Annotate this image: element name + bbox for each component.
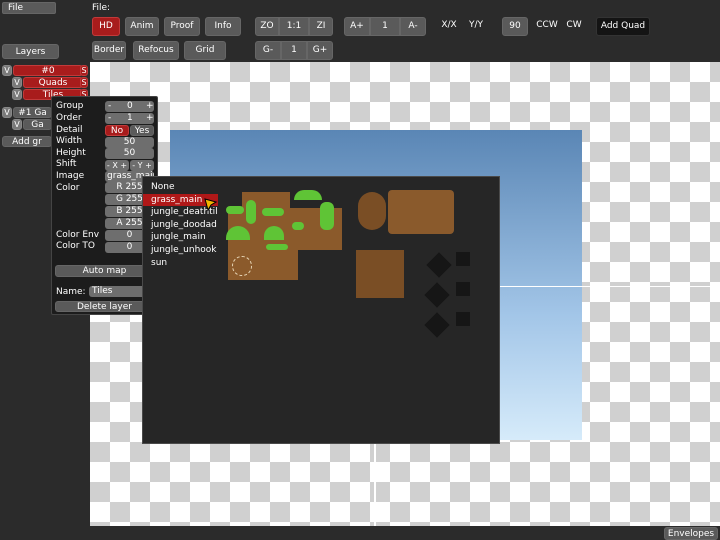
file-menu-button[interactable]: File — [2, 2, 56, 14]
detail-no-button[interactable]: No — [105, 125, 129, 136]
border-button[interactable]: Border — [92, 41, 126, 60]
anim-speed-down-button[interactable]: A- — [400, 17, 426, 36]
name-label: Name: — [56, 287, 86, 297]
group-plus[interactable]: + — [146, 101, 154, 111]
visibility-toggle[interactable]: V — [12, 89, 22, 100]
tileset-grass-tile — [294, 190, 322, 200]
width-label: Width — [56, 136, 83, 146]
layer-name-button[interactable]: Quads — [23, 77, 83, 88]
tileset-dark-diamond — [424, 312, 450, 338]
order-stepper[interactable]: - 1 + — [105, 113, 154, 124]
height-label: Height — [56, 148, 86, 158]
layers-tab[interactable]: Layers — [2, 44, 59, 59]
color-label: Color — [56, 183, 80, 193]
height-field[interactable]: 50 — [105, 148, 154, 159]
envelopes-button[interactable]: Envelopes — [664, 527, 718, 540]
tileset-dirt-round-tile — [358, 192, 386, 230]
order-value: 1 — [127, 113, 133, 123]
zoom-in-button[interactable]: ZI — [309, 17, 333, 36]
tileset-grass-tile — [264, 226, 284, 240]
tileset-dark-diamond — [426, 252, 452, 278]
group-value: 0 — [127, 101, 133, 111]
flip-x-button[interactable]: X/X — [436, 17, 462, 36]
auto-map-button[interactable]: Auto map — [55, 265, 154, 277]
delete-layer-button[interactable]: Delete layer — [55, 301, 154, 312]
proof-button[interactable]: Proof — [164, 17, 200, 36]
refocus-button[interactable]: Refocus — [133, 41, 179, 60]
image-option-list: None grass_main jungle_deathtil jungle_d… — [143, 181, 218, 269]
tileset-preview[interactable] — [220, 186, 480, 346]
layer-row-game[interactable]: V Ga — [12, 119, 52, 130]
zoom-reset-button[interactable]: 1:1 — [279, 17, 309, 36]
image-option-none[interactable]: None — [143, 181, 218, 194]
shift-y-stepper[interactable]: - Y + — [130, 160, 154, 171]
add-quad-button[interactable]: Add Quad — [596, 17, 650, 36]
flip-y-button[interactable]: Y/Y — [463, 17, 489, 36]
pointer-arrow-icon — [204, 198, 218, 212]
group-stepper[interactable]: - 0 + — [105, 101, 154, 112]
order-minus[interactable]: - — [108, 113, 111, 123]
tileset-grass-tile — [246, 200, 256, 224]
group-minus[interactable]: - — [108, 101, 111, 111]
color-to-label: Color TO — [56, 241, 95, 251]
zoom-out-button[interactable]: ZO — [255, 17, 279, 36]
anim-button[interactable]: Anim — [125, 17, 159, 36]
canvas-guide-vertical — [374, 444, 376, 526]
grid-size-value[interactable]: 1 — [281, 41, 307, 60]
visibility-toggle[interactable]: V — [12, 119, 22, 130]
canvas-guide-horizontal — [498, 286, 720, 287]
grid-size-up-button[interactable]: G+ — [307, 41, 333, 60]
tileset-grass-tile — [262, 208, 284, 216]
tileset-entity-marker — [232, 256, 252, 276]
detail-label: Detail — [56, 125, 83, 135]
visibility-toggle[interactable]: V — [2, 65, 12, 76]
solo-toggle[interactable]: S — [80, 77, 88, 88]
layer-name-button[interactable]: #1 Ga — [13, 107, 52, 118]
grid-button[interactable]: Grid — [184, 41, 226, 60]
file-path-label: File: — [92, 3, 111, 13]
color-env-label: Color Env — [56, 230, 100, 240]
tileset-grass-tile — [226, 206, 244, 214]
info-button[interactable]: Info — [205, 17, 241, 36]
tileset-dirt-tile — [388, 190, 454, 234]
visibility-toggle[interactable]: V — [2, 107, 12, 118]
tileset-dark-square — [456, 282, 470, 296]
layer-name-button[interactable]: Ga — [23, 119, 52, 130]
rotate-ccw-button[interactable]: CCW — [533, 17, 561, 36]
grid-size-down-button[interactable]: G- — [255, 41, 281, 60]
shift-label: Shift — [56, 159, 77, 169]
anim-speed-value[interactable]: 1 — [370, 17, 400, 36]
width-field[interactable]: 50 — [105, 137, 154, 148]
group-label: Group — [56, 101, 84, 111]
tileset-grass-tile — [266, 244, 288, 250]
order-plus[interactable]: + — [146, 113, 154, 123]
tileset-dark-diamond — [424, 282, 450, 308]
anim-speed-up-button[interactable]: A+ — [344, 17, 370, 36]
hd-button[interactable]: HD — [92, 17, 120, 36]
order-label: Order — [56, 113, 82, 123]
image-option-jungle-main[interactable]: jungle_main — [143, 231, 218, 244]
image-option-jungle-unhook[interactable]: jungle_unhook — [143, 244, 218, 257]
layer-group-row-0[interactable]: V #0 S — [2, 65, 88, 76]
solo-toggle[interactable]: S — [80, 65, 88, 76]
image-option-sun[interactable]: sun — [143, 257, 218, 270]
image-label: Image — [56, 171, 85, 181]
image-option-jungle-doodad[interactable]: jungle_doodad — [143, 219, 218, 232]
tileset-grass-tile — [320, 202, 334, 230]
layer-row-quads[interactable]: V Quads S — [12, 77, 88, 88]
visibility-toggle[interactable]: V — [12, 77, 22, 88]
rotate-angle-field[interactable]: 90 — [502, 17, 528, 36]
add-group-button[interactable]: Add gr — [2, 136, 52, 147]
tileset-dark-square — [456, 312, 470, 326]
tileset-dirt-tile — [356, 250, 404, 298]
tileset-dark-square — [456, 252, 470, 266]
rotate-cw-button[interactable]: CW — [561, 17, 587, 36]
tileset-grass-tile — [292, 222, 304, 230]
layer-group-row-1[interactable]: V #1 Ga — [2, 107, 52, 118]
layer-name-button[interactable]: #0 — [13, 65, 83, 76]
detail-yes-button[interactable]: Yes — [130, 125, 154, 136]
shift-x-stepper[interactable]: - X + — [105, 160, 129, 171]
